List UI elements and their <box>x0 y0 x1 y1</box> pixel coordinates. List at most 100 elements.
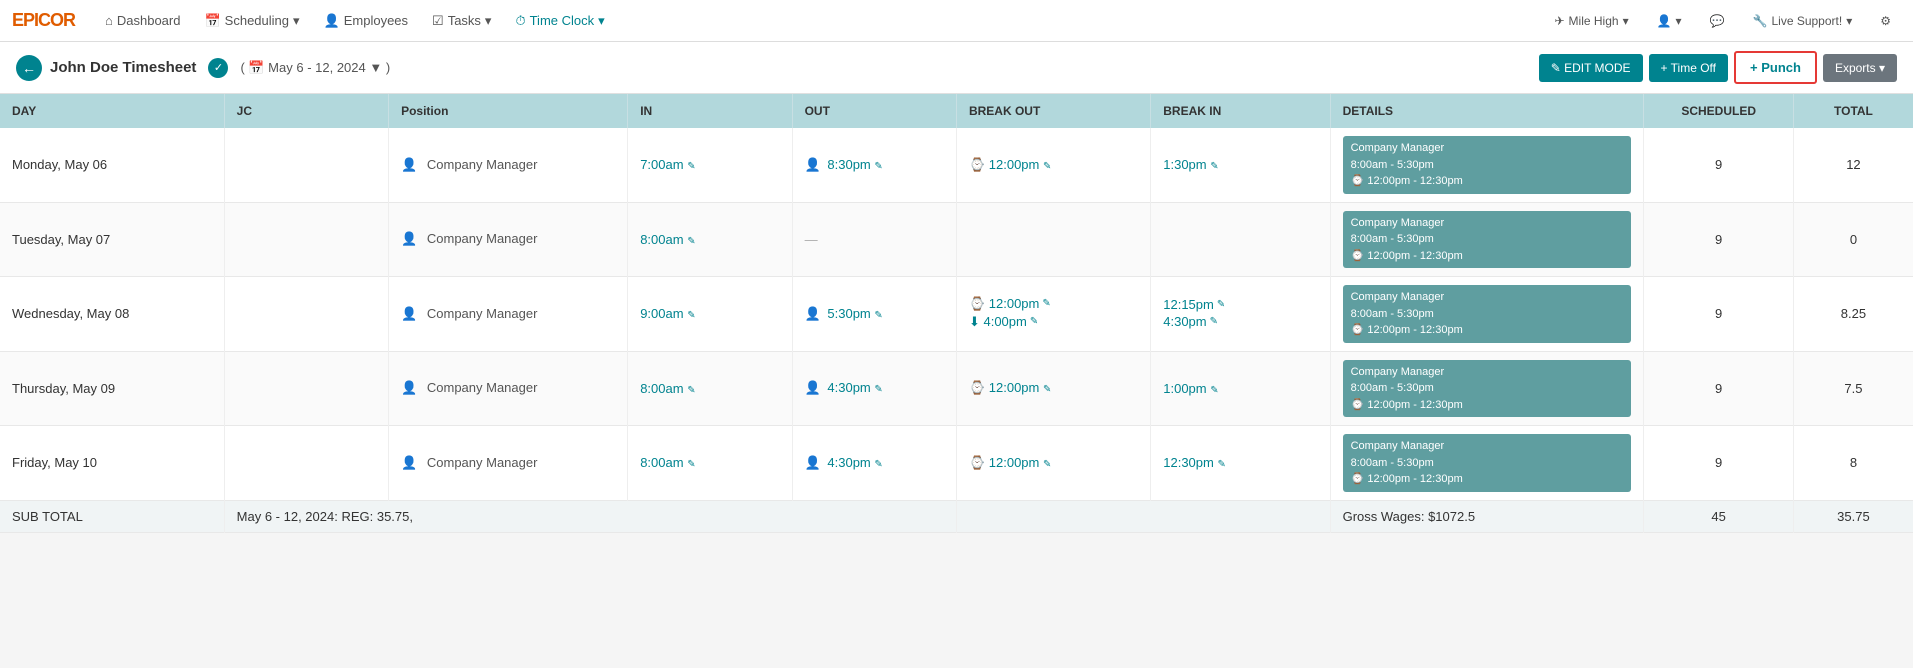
total-cell: 12 <box>1793 128 1913 202</box>
col-header-out: OUT <box>792 94 956 128</box>
nav-scheduling[interactable]: 📅 Scheduling ▾ <box>194 7 309 35</box>
in-time-cell[interactable]: 8:00am ✎ <box>628 351 792 426</box>
details-badge: Company Manager 8:00am - 5:30pm ⌚ 12:00p… <box>1343 136 1632 194</box>
person-avatar-icon: 👤 <box>805 157 821 172</box>
nav-messages[interactable]: 💬 <box>1700 8 1735 34</box>
table-row: Tuesday, May 07 👤 Company Manager 8:00am… <box>0 202 1913 277</box>
out-time-cell[interactable]: 👤 5:30pm ✎ <box>792 277 956 352</box>
details-badge: Company Manager 8:00am - 5:30pm ⌚ 12:00p… <box>1343 434 1632 492</box>
out-time-cell[interactable]: 👤 4:30pm ✎ <box>792 351 956 426</box>
edit-icon: ✎ <box>874 161 882 172</box>
time-off-button[interactable]: + Time Off <box>1649 54 1728 82</box>
total-cell: 0 <box>1793 202 1913 277</box>
table-header-row: DAY JC Position IN OUT BREAK OUT BREAK I… <box>0 94 1913 128</box>
in-time-cell[interactable]: 7:00am ✎ <box>628 128 792 202</box>
total-cell: 7.5 <box>1793 351 1913 426</box>
break-in-cell[interactable]: 1:00pm ✎ <box>1151 351 1330 426</box>
col-header-break-out: BREAK OUT <box>956 94 1150 128</box>
table-row: Wednesday, May 08 👤 Company Manager 9:00… <box>0 277 1913 352</box>
nav-user[interactable]: 👤 ▾ <box>1647 8 1692 34</box>
edit-icon: ✎ <box>1217 299 1225 310</box>
details-cell: Company Manager 8:00am - 5:30pm ⌚ 12:00p… <box>1330 128 1644 202</box>
day-cell: Friday, May 10 <box>0 426 224 501</box>
total-cell: 8 <box>1793 426 1913 501</box>
timesheet-table-wrap: DAY JC Position IN OUT BREAK OUT BREAK I… <box>0 94 1913 533</box>
position-cell: 👤 Company Manager <box>389 202 628 277</box>
exports-button[interactable]: Exports ▾ <box>1823 54 1897 82</box>
punch-button[interactable]: + Punch <box>1734 51 1817 84</box>
nav-right-area: ✈ Mile High ▾ 👤 ▾ 💬 🔧 Live Support! ▾ ⚙ <box>1544 8 1901 34</box>
back-button[interactable]: ← <box>16 55 42 81</box>
in-time-cell[interactable]: 9:00am ✎ <box>628 277 792 352</box>
edit-icon: ✎ <box>1217 459 1225 470</box>
break-out-cell[interactable]: ⌚ 12:00pm ✎ <box>956 128 1150 202</box>
chevron-down-icon: ▾ <box>1623 14 1629 28</box>
edit-mode-button[interactable]: ✎ EDIT MODE <box>1539 54 1643 82</box>
out-time-cell[interactable]: 👤 8:30pm ✎ <box>792 128 956 202</box>
subheader-actions: ✎ EDIT MODE + Time Off + Punch Exports ▾ <box>1539 51 1897 84</box>
edit-icon: ✎ <box>687 310 695 321</box>
app-logo: EPICOR <box>12 10 75 31</box>
person-avatar-icon: 👤 <box>805 380 821 395</box>
edit-icon: ✎ <box>1043 459 1051 470</box>
person-avatar-icon: 👤 <box>401 157 417 172</box>
gear-icon: ⚙ <box>1880 14 1891 28</box>
person-icon: 👤 <box>324 13 340 29</box>
break-in-cell[interactable]: 12:30pm ✎ <box>1151 426 1330 501</box>
chevron-down-icon: ▾ <box>485 13 492 29</box>
person-avatar-icon: 👤 <box>805 455 821 470</box>
break-in-cell[interactable]: 1:30pm ✎ <box>1151 128 1330 202</box>
chevron-down-icon: ▾ <box>1676 14 1682 28</box>
nav-settings[interactable]: ⚙ <box>1870 8 1901 34</box>
break-out-cell[interactable]: ⌚ 12:00pm ✎ <box>956 351 1150 426</box>
details-cell: Company Manager 8:00am - 5:30pm ⌚ 12:00p… <box>1330 202 1644 277</box>
support-icon: 🔧 <box>1753 14 1768 28</box>
col-header-position: Position <box>389 94 628 128</box>
scheduled-cell: 9 <box>1644 128 1793 202</box>
out-time-cell[interactable]: 👤 4:30pm ✎ <box>792 426 956 501</box>
nav-timeclock[interactable]: ⏱ Time Clock ▾ <box>505 7 614 35</box>
edit-icon: ✎ <box>1043 161 1051 172</box>
nav-dashboard[interactable]: ⌂ Dashboard <box>95 7 190 34</box>
person-avatar-icon: 👤 <box>401 231 417 246</box>
details-badge: Company Manager 8:00am - 5:30pm ⌚ 12:00p… <box>1343 285 1632 343</box>
jc-cell <box>224 202 388 277</box>
jc-cell <box>224 128 388 202</box>
edit-icon: ✎ <box>874 310 882 321</box>
position-cell: 👤 Company Manager <box>389 351 628 426</box>
jc-cell <box>224 426 388 501</box>
col-header-jc: JC <box>224 94 388 128</box>
table-row: Monday, May 06 👤 Company Manager 7:00am … <box>0 128 1913 202</box>
subtotal-jc-info: May 6 - 12, 2024: REG: 35.75, <box>224 500 956 532</box>
nav-tasks[interactable]: ☑ Tasks ▾ <box>422 7 501 35</box>
nav-live-support[interactable]: 🔧 Live Support! ▾ <box>1743 8 1863 34</box>
edit-icon: ✎ <box>1030 316 1038 327</box>
edit-icon: ✎ <box>1042 298 1050 309</box>
col-header-in: IN <box>628 94 792 128</box>
chevron-down-icon: ▾ <box>1846 14 1852 28</box>
chevron-down-icon: ▾ <box>598 13 605 29</box>
break-in-cell[interactable]: 12:15pm ✎ 4:30pm ✎ <box>1151 277 1330 352</box>
subtotal-scheduled: 45 <box>1644 500 1793 532</box>
nav-employees[interactable]: 👤 Employees <box>314 7 419 35</box>
in-time-cell[interactable]: 8:00am ✎ <box>628 426 792 501</box>
details-cell: Company Manager 8:00am - 5:30pm ⌚ 12:00p… <box>1330 426 1644 501</box>
user-icon: 👤 <box>1657 14 1672 28</box>
break-in-cell <box>1151 202 1330 277</box>
col-header-details: DETAILS <box>1330 94 1644 128</box>
details-cell: Company Manager 8:00am - 5:30pm ⌚ 12:00p… <box>1330 351 1644 426</box>
jc-cell <box>224 351 388 426</box>
nav-location[interactable]: ✈ Mile High ▾ <box>1544 8 1638 34</box>
edit-icon: ✎ <box>687 459 695 470</box>
edit-icon: ✎ <box>874 459 882 470</box>
top-navigation: EPICOR ⌂ Dashboard 📅 Scheduling ▾ 👤 Empl… <box>0 0 1913 42</box>
calendar-icon: 📅 <box>204 13 220 29</box>
break-out-cell[interactable]: ⌚ 12:00pm ✎ ⬇ 4:00pm ✎ <box>956 277 1150 352</box>
date-range[interactable]: ( 📅 May 6 - 12, 2024 ▼ ) <box>240 60 390 76</box>
break-out-cell[interactable]: ⌚ 12:00pm ✎ <box>956 426 1150 501</box>
day-cell: Thursday, May 09 <box>0 351 224 426</box>
day-cell: Wednesday, May 08 <box>0 277 224 352</box>
location-icon: ✈ <box>1554 14 1564 28</box>
in-time-cell[interactable]: 8:00am ✎ <box>628 202 792 277</box>
details-cell: Company Manager 8:00am - 5:30pm ⌚ 12:00p… <box>1330 277 1644 352</box>
